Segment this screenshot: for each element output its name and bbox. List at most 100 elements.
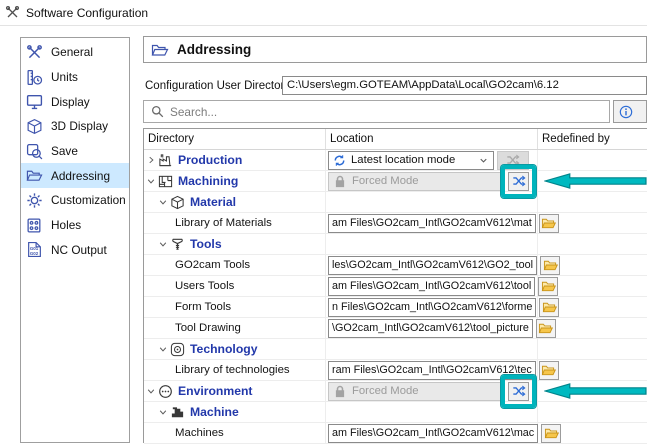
location-path-input[interactable]: ram Files\GO2cam_Intl\GO2camV612\tec <box>328 361 536 380</box>
redefined-by-cell <box>538 276 647 296</box>
sidebar-item-addressing[interactable]: Addressing <box>21 163 129 188</box>
table-row-machining[interactable]: Machining Forced Mode <box>144 171 647 192</box>
column-header-directory[interactable]: Directory <box>144 129 326 149</box>
machine-icon <box>170 405 186 420</box>
redefined-by-cell <box>538 297 647 317</box>
cube-icon <box>26 118 44 135</box>
location-path-input[interactable]: n Files\GO2cam_Intl\GO2camV612\forme <box>328 298 536 317</box>
directory-label: GO2cam Tools <box>175 259 250 271</box>
sidebar-item-label: General <box>51 45 93 59</box>
table-row-users-tools[interactable]: Users Tools am Files\GO2cam_Intl\GO2camV… <box>144 276 647 297</box>
table-row-go2cam-tools[interactable]: GO2cam Tools les\GO2cam_Intl\GO2camV612\… <box>144 255 647 276</box>
sidebar-item-label: Save <box>51 144 78 158</box>
table-row-library-of-materials[interactable]: Library of Materials am Files\GO2cam_Int… <box>144 213 647 234</box>
expander-icon[interactable] <box>158 239 170 249</box>
table-row-form-tools[interactable]: Form Tools n Files\GO2cam_Intl\GO2camV61… <box>144 297 647 318</box>
addressing-table: Directory Location Redefined by Producti… <box>143 128 647 443</box>
crossed-tools-icon <box>26 44 44 61</box>
sidebar-item-holes[interactable]: Holes <box>21 213 129 238</box>
info-button[interactable] <box>613 100 647 123</box>
sidebar-item-units[interactable]: Units <box>21 65 129 90</box>
sidebar-item-label: Customization <box>51 193 126 207</box>
shuffle-location-button[interactable] <box>508 382 529 401</box>
directory-label: Library of technologies <box>175 364 290 376</box>
table-row-tools[interactable]: Tools <box>144 234 647 255</box>
forced-mode-label: Forced Mode <box>352 385 419 397</box>
configuration-user-directory-input[interactable]: C:\Users\egm.GOTEAM\AppData\Local\GO2cam… <box>282 76 647 95</box>
table-header-row: Directory Location Redefined by <box>144 129 647 150</box>
directory-label: Technology <box>190 342 257 356</box>
sidebar-item-nc-output[interactable]: G01G02 NC Output <box>21 238 129 263</box>
location-path-input[interactable]: am Files\GO2cam_Intl\GO2camV612\tool <box>328 277 535 296</box>
software-configuration-icon <box>5 5 20 20</box>
sidebar-item-save[interactable]: Save <box>21 139 129 164</box>
machining-center-icon <box>158 174 174 189</box>
configuration-user-directory-label: Configuration User Directory <box>145 80 290 92</box>
technology-icon <box>170 342 186 357</box>
directory-label: Tools <box>190 237 222 251</box>
redefined-by-cell <box>538 234 647 254</box>
sidebar-item-label: Display <box>51 95 90 109</box>
search-input[interactable]: Search... <box>143 100 610 123</box>
directory-cell: Machining <box>144 171 326 191</box>
table-row-technology[interactable]: Technology <box>144 339 647 360</box>
title-bar: Software Configuration <box>5 5 148 20</box>
table-row-library-of-technologies[interactable]: Library of technologies ram Files\GO2cam… <box>144 360 647 381</box>
search-icon <box>151 105 164 118</box>
sidebar-item-3d-display[interactable]: 3D Display <box>21 114 129 139</box>
expander-icon[interactable] <box>158 407 170 417</box>
location-path-input[interactable]: \GO2cam_Intl\GO2camV612\tool_picture <box>328 319 533 338</box>
sidebar-item-general[interactable]: General <box>21 40 129 65</box>
redefined-by-cell <box>538 423 647 443</box>
expander-icon[interactable] <box>158 344 170 354</box>
sidebar-item-display[interactable]: Display <box>21 89 129 114</box>
location-path-input[interactable]: am Files\GO2cam_Intl\GO2camV612\mat <box>328 214 536 233</box>
shuffle-location-button[interactable] <box>508 172 529 191</box>
table-row-machine[interactable]: Machine <box>144 402 647 423</box>
directory-label: Material <box>190 195 236 209</box>
redefined-by-cell <box>538 402 647 422</box>
directory-cell: Users Tools <box>144 276 326 296</box>
software-configuration-window: { "window": { "title": "Software Configu… <box>0 0 647 443</box>
directory-label: Library of Materials <box>175 217 272 229</box>
expander-icon[interactable] <box>146 176 158 186</box>
shuffle-location-button <box>497 151 529 170</box>
directory-cell: Library of technologies <box>144 360 326 380</box>
forced-mode-field: Forced Mode <box>328 382 505 401</box>
sidebar-item-label: NC Output <box>51 243 107 257</box>
expander-icon[interactable] <box>158 197 170 207</box>
directory-cell: Material <box>144 192 326 212</box>
page-header: Addressing <box>143 36 647 63</box>
column-header-location[interactable]: Location <box>326 129 538 149</box>
table-row-production[interactable]: Production Latest location mode <box>144 150 647 171</box>
table-row-tool-drawing[interactable]: Tool Drawing \GO2cam_Intl\GO2camV612\too… <box>144 318 647 339</box>
location-mode-dropdown[interactable]: Latest location mode <box>328 151 494 170</box>
sidebar-item-customization[interactable]: Customization <box>21 188 129 213</box>
redefined-by-cell <box>538 339 647 359</box>
redefined-by-cell <box>538 381 647 401</box>
directory-label: Production <box>178 153 242 167</box>
expander-icon[interactable] <box>146 155 158 165</box>
redefined-by-cell <box>538 318 647 338</box>
directory-cell: Machine <box>144 402 326 422</box>
folder-open-icon <box>26 167 44 184</box>
location-cell: n Files\GO2cam_Intl\GO2camV612\forme <box>326 297 538 317</box>
expander-icon[interactable] <box>146 386 158 396</box>
directory-cell: GO2cam Tools <box>144 255 326 275</box>
directory-label: Users Tools <box>175 280 234 292</box>
redefined-by-cell <box>538 255 647 275</box>
info-icon <box>619 105 633 119</box>
column-header-redefined-by[interactable]: Redefined by <box>538 129 647 149</box>
table-row-material[interactable]: Material <box>144 192 647 213</box>
search-placeholder: Search... <box>170 105 217 119</box>
directory-label: Machine <box>190 405 239 419</box>
table-row-environment[interactable]: Environment Forced Mode <box>144 381 647 402</box>
gear-icon <box>26 192 44 209</box>
location-path-input[interactable]: am Files\GO2cam_Intl\GO2camV612\mac <box>328 424 538 443</box>
redefined-by-cell <box>538 171 647 191</box>
callout-arrow <box>544 173 647 190</box>
table-row-machines[interactable]: Machines am Files\GO2cam_Intl\GO2camV612… <box>144 423 647 444</box>
directory-cell: Form Tools <box>144 297 326 317</box>
location-path-input[interactable]: les\GO2cam_Intl\GO2camV612\GO2_tool <box>328 256 537 275</box>
window-title: Software Configuration <box>26 6 148 20</box>
